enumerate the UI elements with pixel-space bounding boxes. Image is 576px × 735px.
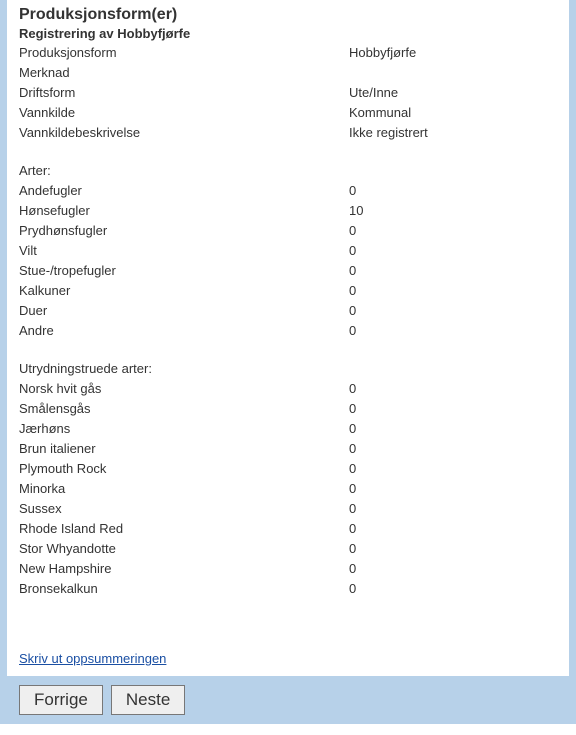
- utryd-row: Jærhøns 0: [19, 419, 557, 439]
- summary-value: Kommunal: [349, 103, 557, 123]
- utryd-label: Plymouth Rock: [19, 459, 349, 479]
- utryd-row: Brun italiener 0: [19, 439, 557, 459]
- utryd-label: Stor Whyandotte: [19, 539, 349, 559]
- arter-label: Hønsefugler: [19, 201, 349, 221]
- utryd-label: Rhode Island Red: [19, 519, 349, 539]
- arter-value: 10: [349, 201, 557, 221]
- summary-row: Merknad: [19, 63, 557, 83]
- summary-label: Vannkildebeskrivelse: [19, 123, 349, 143]
- utryd-value: 0: [349, 479, 557, 499]
- arter-row: Hønsefugler 10: [19, 201, 557, 221]
- arter-heading: Arter:: [19, 161, 557, 181]
- utryd-label: Minorka: [19, 479, 349, 499]
- next-button[interactable]: Neste: [111, 685, 185, 715]
- utryd-row: Sussex 0: [19, 499, 557, 519]
- utryd-row: New Hampshire 0: [19, 559, 557, 579]
- summary-row: Produksjonsform Hobbyfjørfe: [19, 43, 557, 63]
- arter-value: 0: [349, 181, 557, 201]
- arter-row: Duer 0: [19, 301, 557, 321]
- utryd-label: Bronsekalkun: [19, 579, 349, 599]
- utryd-row: Stor Whyandotte 0: [19, 539, 557, 559]
- summary-row: Vannkildebeskrivelse Ikke registrert: [19, 123, 557, 143]
- utryd-value: 0: [349, 459, 557, 479]
- utryd-label: Brun italiener: [19, 439, 349, 459]
- arter-row: Vilt 0: [19, 241, 557, 261]
- utryd-value: 0: [349, 499, 557, 519]
- arter-value: 0: [349, 321, 557, 341]
- arter-label: Andre: [19, 321, 349, 341]
- utryd-row: Plymouth Rock 0: [19, 459, 557, 479]
- arter-value: 0: [349, 241, 557, 261]
- summary-value: Ikke registrert: [349, 123, 557, 143]
- arter-label: Duer: [19, 301, 349, 321]
- summary-label: Merknad: [19, 63, 349, 83]
- summary-value: [349, 63, 557, 83]
- summary-label: Driftsform: [19, 83, 349, 103]
- utryd-row: Minorka 0: [19, 479, 557, 499]
- utryd-heading: Utrydningstruede arter:: [19, 359, 557, 379]
- utryd-value: 0: [349, 579, 557, 599]
- page-title: Produksjonsform(er): [19, 4, 557, 24]
- utryd-row: Norsk hvit gås 0: [19, 379, 557, 399]
- utryd-value: 0: [349, 379, 557, 399]
- arter-label: Andefugler: [19, 181, 349, 201]
- utryd-value: 0: [349, 539, 557, 559]
- utryd-value: 0: [349, 439, 557, 459]
- arter-row: Andefugler 0: [19, 181, 557, 201]
- footer-bar: Forrige Neste: [7, 676, 569, 724]
- arter-label: Vilt: [19, 241, 349, 261]
- summary-value: Ute/Inne: [349, 83, 557, 103]
- utryd-label: Jærhøns: [19, 419, 349, 439]
- arter-label: Kalkuner: [19, 281, 349, 301]
- summary-value: Hobbyfjørfe: [349, 43, 557, 63]
- utryd-value: 0: [349, 559, 557, 579]
- utryd-value: 0: [349, 519, 557, 539]
- utryd-label: Norsk hvit gås: [19, 379, 349, 399]
- arter-value: 0: [349, 261, 557, 281]
- print-summary-link[interactable]: Skriv ut oppsummeringen: [19, 651, 166, 666]
- content-panel: Produksjonsform(er) Registrering av Hobb…: [7, 0, 569, 676]
- utryd-row: Smålensgås 0: [19, 399, 557, 419]
- arter-row: Kalkuner 0: [19, 281, 557, 301]
- arter-value: 0: [349, 301, 557, 321]
- page-subtitle: Registrering av Hobbyfjørfe: [19, 26, 557, 41]
- summary-label: Vannkilde: [19, 103, 349, 123]
- utryd-label: Smålensgås: [19, 399, 349, 419]
- utryd-row: Rhode Island Red 0: [19, 519, 557, 539]
- arter-row: Stue-/tropefugler 0: [19, 261, 557, 281]
- prev-button[interactable]: Forrige: [19, 685, 103, 715]
- utryd-row: Bronsekalkun 0: [19, 579, 557, 599]
- arter-row: Prydhønsfugler 0: [19, 221, 557, 241]
- utryd-label: Sussex: [19, 499, 349, 519]
- arter-value: 0: [349, 281, 557, 301]
- arter-value: 0: [349, 221, 557, 241]
- summary-label: Produksjonsform: [19, 43, 349, 63]
- utryd-value: 0: [349, 399, 557, 419]
- summary-row: Driftsform Ute/Inne: [19, 83, 557, 103]
- arter-row: Andre 0: [19, 321, 557, 341]
- arter-label: Prydhønsfugler: [19, 221, 349, 241]
- summary-row: Vannkilde Kommunal: [19, 103, 557, 123]
- utryd-value: 0: [349, 419, 557, 439]
- utryd-label: New Hampshire: [19, 559, 349, 579]
- arter-label: Stue-/tropefugler: [19, 261, 349, 281]
